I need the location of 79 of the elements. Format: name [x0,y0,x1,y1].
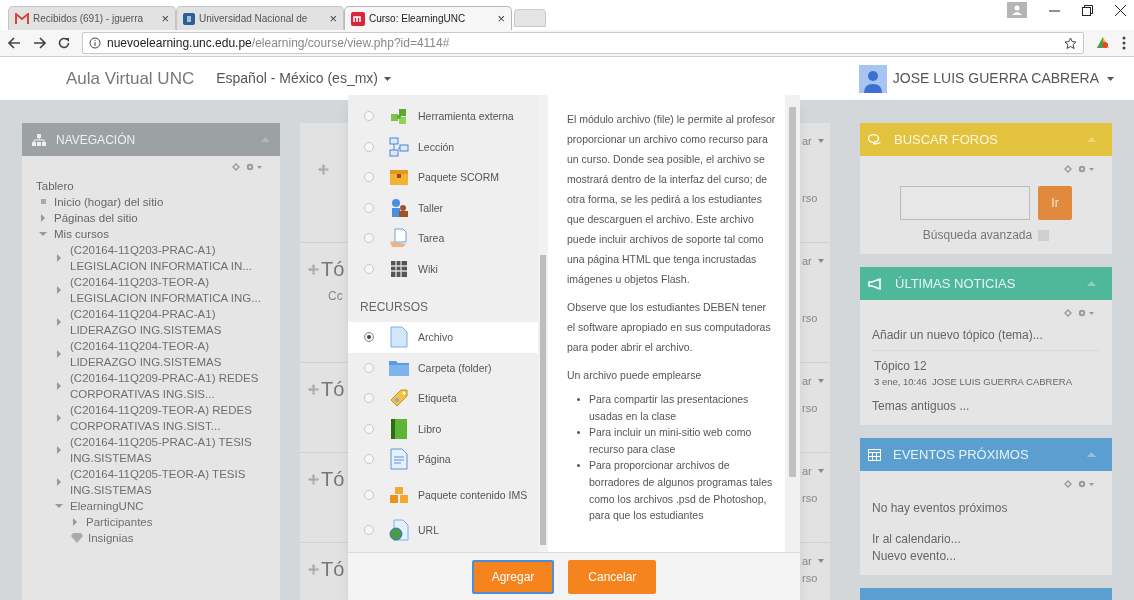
option-label: Archivo [418,330,454,346]
option-label: URL [418,522,440,538]
add-topic-link[interactable]: Añadir un nuevo tópico (tema)... [872,326,1100,344]
option-label: Herramienta externa [418,109,515,125]
address-bar[interactable]: nuevoelearning.unc.edu.pe/elearning/course/view.php?id=4114# [82,32,1084,54]
edit-menu[interactable]: ar [802,253,824,270]
section-summary: Cc [327,288,344,305]
option-label: Lección [418,139,456,155]
close-icon[interactable]: × [329,8,337,29]
option-label: Paquete SCORM [418,170,501,186]
option-label: Paquete contenido IMS [418,487,528,503]
section-title[interactable]: Tó [321,554,345,584]
block-title: BUSCAR FOROS [894,130,999,149]
nav-item[interactable]: (C20164-11Q209-TEOR-A) REDES CORPORATIVAS ING.SIST... [70,402,270,434]
description-text: El módulo archivo (file) le permite al profesor proporcionar un archivo como recurso para un curso. Donde sea posible, el archivo se mostrará dentro de la interfaz del curso; de otra forma, se les pedirá a los estudiantes que descarguen el archivo. Este archivo puede incluir archivos de soporte tal como una página HTML que tenga incrustadas imágenes u objetos Flash. [567,112,777,287]
option-label: Etiqueta [418,391,458,407]
description-text: Un archivo puede emplearse [567,368,703,383]
edit-menu[interactable]: ar [802,133,824,150]
nav-item[interactable]: (C20164-11Q209-PRAC-A1) REDES CORPORATIVAS ING.SIS... [70,370,270,402]
option-label: Taller [418,200,445,216]
empty-events-text: No hay eventos próximos [872,500,1009,518]
edit-menu[interactable]: ar [802,463,824,480]
tab-title: Recibidos (691) - jguerra [33,12,145,26]
edit-menu[interactable]: ar [802,553,824,570]
activity-option[interactable]: Archivo [348,322,538,353]
url-text: nuevoelearning.unc.edu.pe/elearning/course/view.php?id=4114# [107,35,451,52]
nav-item[interactable]: Mis cursos [54,226,109,242]
site-name[interactable]: Aula Virtual UNC [66,65,195,92]
advanced-search-link[interactable]: Búsqueda avanzada [922,226,1033,244]
section-title[interactable]: Tó [321,464,345,494]
nav-item[interactable]: Páginas del sitio [54,210,138,226]
post-title[interactable]: Tópico 12 [874,357,1100,375]
nav-item[interactable]: (C20164-11Q205-PRAC-A1) TESIS ING.SISTEMAS [70,434,270,466]
add-activity-link[interactable]: rso [802,399,818,416]
dialog-button[interactable]: Cancelar [568,559,657,594]
bullet-text: Para proporcionar archivos de borradores de algunos programas tales como los archivos .psd de Photoshop, para que los estudiantes [589,458,774,524]
nav-item[interactable]: Participantes [86,514,153,530]
close-icon[interactable]: × [497,8,505,29]
block-title: ÚLTIMAS NOTICIAS [895,274,1017,293]
post-meta: 3 ene, 10:46 JOSE LUIS GUERRA CABRERA [874,375,1073,389]
add-activity-link[interactable]: rso [802,189,818,206]
tab-title: Universidad Nacional de [199,12,309,26]
calendar-link[interactable]: Nuevo evento... [872,548,1100,566]
older-topics-link[interactable]: Temas antiguos ... [872,397,1100,416]
nav-item[interactable]: Insignias [88,530,134,546]
nav-item[interactable]: (C20164-11Q203-PRAC-A1) LEGISLACION INFORMATICA IN... [70,242,270,274]
user-menu[interactable]: JOSE LUIS GUERRA CABRERA [892,68,1114,89]
dialog-button[interactable]: Agregar [471,559,555,594]
section-title[interactable]: Tó [321,254,345,284]
nav-item[interactable]: (C20164-11Q204-TEOR-A) LIDERAZGO ING.SISTEMAS [70,338,270,370]
nav-item[interactable]: (C20164-11Q203-TEOR-A) LEGISLACION INFORMATICA ING... [70,274,270,306]
add-activity-link[interactable]: rso [802,489,818,506]
browser-tab[interactable]: Universidad Nacional de × [176,6,344,30]
nav-item[interactable]: ElearningUNC [70,498,144,514]
add-activity-link[interactable]: rso [802,569,818,586]
edit-menu[interactable]: ar [802,373,824,390]
nav-item[interactable]: Tablero [36,178,74,194]
option-label: Carpeta (folder) [418,360,493,376]
nav-item[interactable]: (C20164-11Q205-TEOR-A) TESIS ING.SISTEMAS [70,466,270,498]
add-activity-link[interactable]: rso [802,309,818,326]
language-menu[interactable]: Español - México (es_mx) [216,68,391,89]
nav-item[interactable]: Inicio (hogar) del sitio [54,194,164,210]
option-label: Página [418,452,452,468]
description-text: Observe que los estudiantes DEBEN tener el software apropiado en sus computadoras para poder abrir el archivo. [567,300,772,355]
calendar-link[interactable]: Ir al calendario... [872,531,1100,549]
nav-item[interactable]: (C20164-11Q204-PRAC-A1) LIDERAZGO ING.SISTEMAS [70,306,270,338]
option-label: Wiki [418,261,439,277]
option-label: Libro [418,421,443,437]
browser-tab[interactable]: Curso: ElearningUNC × [344,6,512,30]
tab-title: Curso: ElearningUNC [369,12,467,26]
browser-tab[interactable]: Recibidos (691) - jguerra × [8,6,176,30]
close-icon[interactable]: × [161,8,169,29]
panel-title: NAVEGACIÓN [56,131,137,149]
bullet-text: Para incluir un mini-sitio web como recurso para clase [589,425,753,457]
option-label: Tarea [418,231,446,247]
section-title[interactable]: Tó [321,374,345,404]
section-heading: RECURSOS [359,299,429,316]
block-title: EVENTOS PRÓXIMOS [893,446,1030,464]
bullet-text: Para compartir las presentaciones usadas en la clase [589,392,750,424]
